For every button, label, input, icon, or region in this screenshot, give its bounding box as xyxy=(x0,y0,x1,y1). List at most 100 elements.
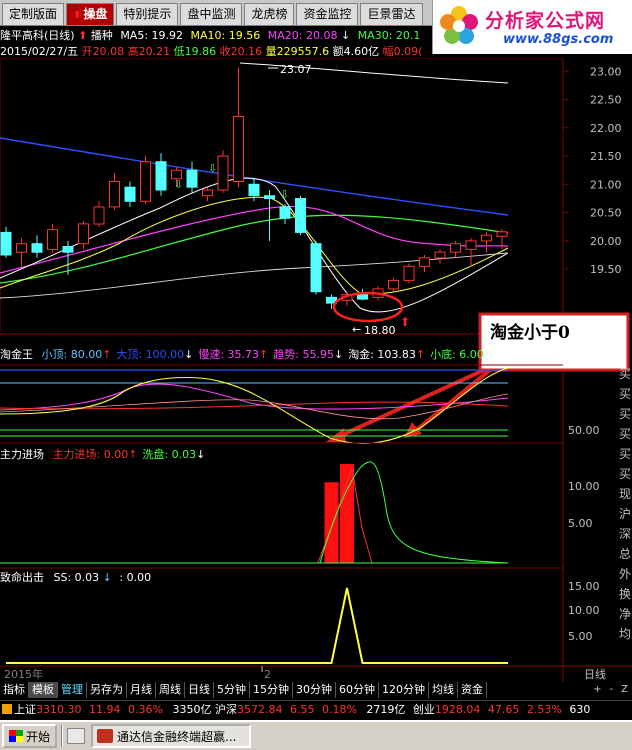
logo-brand-text: 分析家公式网 xyxy=(485,10,606,32)
menu-item-7[interactable]: 5分钟 xyxy=(214,682,250,698)
indicator-label: 大顶: 100.00 xyxy=(116,348,185,361)
tab-label: 巨景雷达 xyxy=(367,7,416,21)
windows-logo-icon xyxy=(9,730,23,742)
red-up-arrow-icon: ⬆ xyxy=(400,315,410,329)
menu-item-4[interactable]: 月线 xyxy=(127,682,156,698)
candle-body xyxy=(109,181,120,208)
candle-body xyxy=(419,257,430,267)
zhuli-axis-10: 10.00 xyxy=(568,480,600,493)
kline-chart[interactable]: 23.00 22.50 22.00 21.50 21.00 20.50 20.00 19.50… xyxy=(0,58,632,682)
tab-2[interactable]: 特别提示 xyxy=(116,3,179,25)
sh-amount: 3350亿 xyxy=(172,703,212,716)
candle-body xyxy=(295,198,306,233)
menu-item-13[interactable]: 资金 xyxy=(458,682,487,698)
candle-body xyxy=(155,161,167,191)
ma5-label: MA5: 19.92 xyxy=(120,29,184,42)
indicator-label: 主力进场: 0.00 xyxy=(52,448,129,461)
open-label: 开20.08 xyxy=(81,45,125,58)
sh-index: 3310.30 xyxy=(36,703,82,716)
tab-4[interactable]: 龙虎榜 xyxy=(244,3,295,25)
callout-text: 淘金小于0 xyxy=(490,322,570,343)
price-tick-label: 20.50 xyxy=(590,207,622,220)
nav-button-2[interactable]: Z xyxy=(617,682,632,698)
tab-0[interactable]: 定制版面 xyxy=(2,3,65,25)
menu-item-6[interactable]: 日线 xyxy=(185,682,214,698)
trend-arrow-icon: ↑ xyxy=(415,348,426,361)
zhuli-axis-5: 5.00 xyxy=(568,517,593,530)
side-label: 买 xyxy=(619,407,631,421)
menu-item-3[interactable]: 另存为 xyxy=(87,682,127,698)
up-arrow-icon: ⬆ xyxy=(73,10,82,21)
sz-amount: 2719亿 xyxy=(366,703,406,716)
menu-item-0[interactable]: 指标 xyxy=(0,682,29,698)
side-label: 买 xyxy=(619,467,631,481)
side-label: 沪 xyxy=(619,507,631,521)
stock-name: 隆平高科(日线) xyxy=(0,29,75,42)
candle-body xyxy=(16,243,27,253)
cy-pct: 2.53% xyxy=(526,703,562,716)
tab-label: 资金监控 xyxy=(303,7,352,21)
x-axis-mark: 2 xyxy=(264,668,271,681)
candle-body xyxy=(140,161,151,202)
taskbar-app-tdx[interactable]: 通达信金融终端超赢... xyxy=(91,724,252,748)
zhuli-bar xyxy=(324,482,339,563)
windows-taskbar: 开始 通达信金融终端超赢... xyxy=(0,720,632,750)
sz-change: 6.55 xyxy=(289,703,315,716)
menu-item-9[interactable]: 30分钟 xyxy=(293,682,336,698)
price-tick-label: 20.00 xyxy=(590,235,622,248)
candle-body xyxy=(62,246,74,253)
tab-1[interactable]: ⬆ 操盘 xyxy=(66,3,115,25)
indicator-label: 小底: 6.00 xyxy=(430,348,484,361)
zhuli-name: 主力进场 xyxy=(0,448,44,461)
green-down-arrow-icon: ⇩ xyxy=(280,188,289,201)
candle-body xyxy=(233,116,244,182)
nav-button-1[interactable]: - xyxy=(606,682,618,698)
desktop-icon[interactable] xyxy=(67,728,86,744)
high-label: 高20.21 xyxy=(127,45,171,58)
right-side-labels: 买买买买买买现沪深总外换净均 xyxy=(619,367,631,641)
zhiming-name: 致命出击 xyxy=(0,571,44,584)
menu-item-12[interactable]: 均线 xyxy=(429,682,458,698)
high-price-annotation: 23.07 xyxy=(280,63,312,76)
cy-amount: 630 xyxy=(569,703,591,716)
date-label: 2015/02/27/五 xyxy=(0,45,79,58)
cy-change: 47.65 xyxy=(487,703,520,716)
index-quote-bar: 上证3310.30 11.94 0.36% 3350亿 沪深3572.84 6.… xyxy=(0,700,632,718)
site-logo: 分析家公式网 www.88gs.com xyxy=(432,0,632,54)
ss-line xyxy=(6,587,508,664)
start-button[interactable]: 开始 xyxy=(2,724,58,748)
candle-body xyxy=(450,243,461,253)
candle-body xyxy=(357,294,368,300)
sh-label: 上证 xyxy=(14,703,36,716)
ma20-label: MA20: 20.08 xyxy=(267,29,338,42)
indicator-label: 洗盘: 0.03 xyxy=(142,448,197,461)
menu-item-1[interactable]: 模板 xyxy=(29,682,58,698)
side-label: 换 xyxy=(619,587,631,601)
nav-button-0[interactable]: + xyxy=(589,682,605,698)
low-label: 低19.86 xyxy=(173,45,217,58)
menu-item-10[interactable]: 60分钟 xyxy=(336,682,379,698)
taojin-name: 淘金王 xyxy=(0,348,33,361)
tab-label: 定制版面 xyxy=(9,7,58,21)
indicator-label: 小顶: 80.00 xyxy=(41,348,103,361)
candle-body xyxy=(47,229,58,250)
green-down-arrow-icon: ⇩ xyxy=(208,162,217,175)
tab-label: 特别提示 xyxy=(123,7,172,21)
tab-3[interactable]: 盘中监测 xyxy=(180,3,243,25)
menu-item-5[interactable]: 周线 xyxy=(156,682,185,698)
menu-item-8[interactable]: 15分钟 xyxy=(250,682,293,698)
trend-arrow-icon: ↓ xyxy=(333,348,344,361)
menu-item-2[interactable]: 管理 xyxy=(58,682,87,698)
sz-index: 3572.84 xyxy=(236,703,283,716)
candle-body xyxy=(465,240,477,250)
close-label: 收20.16 xyxy=(219,45,263,58)
price-tick-label: 22.50 xyxy=(590,94,622,107)
candle-body xyxy=(202,189,213,197)
zhuli-bars xyxy=(317,464,373,564)
tab-5[interactable]: 资金监控 xyxy=(296,3,359,25)
taojin-title-line: 淘金王 小顶: 80.00↑ 大顶: 100.00↓ 慢速: 35.73↑ 趋势: 5… xyxy=(0,346,493,362)
candle-body xyxy=(124,186,136,202)
menu-item-11[interactable]: 120分钟 xyxy=(379,682,429,698)
tab-6[interactable]: 巨景雷达 xyxy=(360,3,423,25)
candle-body xyxy=(78,223,89,245)
